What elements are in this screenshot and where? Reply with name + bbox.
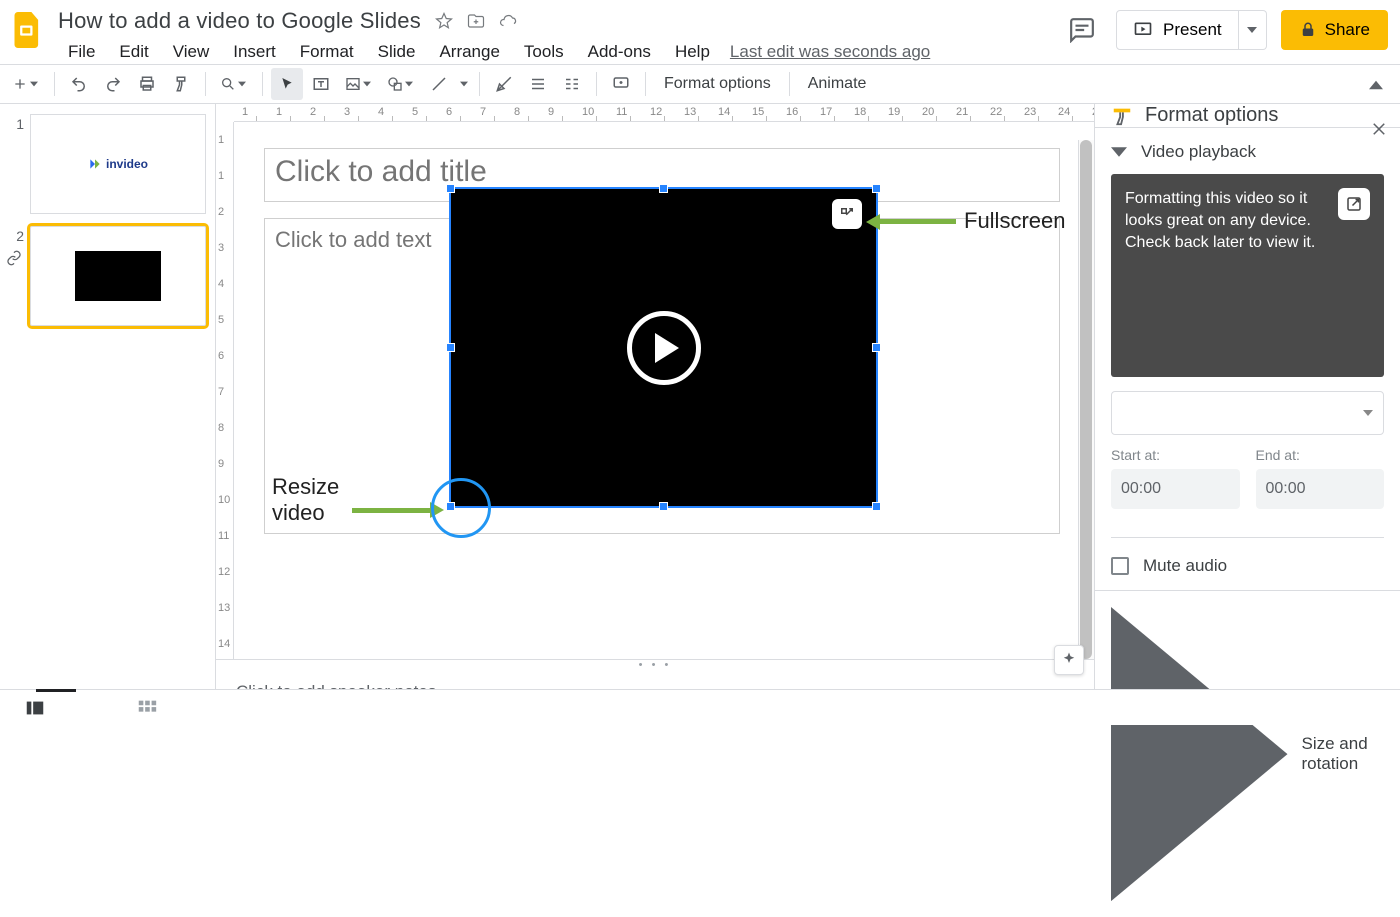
header: How to add a video to Google Slides File…: [0, 0, 1400, 64]
share-button[interactable]: Share: [1281, 10, 1388, 50]
filmstrip[interactable]: 1 invideo 2: [0, 104, 216, 725]
notes-drag-handle[interactable]: • • •: [216, 659, 1094, 669]
move-icon[interactable]: [467, 12, 485, 30]
attachment-icon: [6, 250, 22, 266]
format-options-panel: Format options Video playback Formatting…: [1094, 104, 1400, 725]
video-preview: Formatting this video so it looks great …: [1111, 174, 1384, 377]
comments-icon[interactable]: [1062, 10, 1102, 50]
animate-button[interactable]: Animate: [798, 68, 877, 100]
undo-button[interactable]: [63, 68, 95, 100]
thumb-number: 2: [4, 226, 24, 244]
image-tool[interactable]: [339, 68, 379, 100]
invideo-logo: invideo: [88, 157, 148, 171]
format-options-button[interactable]: Format options: [654, 68, 781, 100]
grid-view-button[interactable]: [136, 697, 158, 719]
open-video-icon[interactable]: [1338, 188, 1370, 220]
video-object[interactable]: [449, 187, 878, 508]
vertical-ruler[interactable]: 11234567891011121314: [216, 122, 234, 659]
select-tool[interactable]: [271, 68, 303, 100]
line-dropdown[interactable]: [457, 68, 471, 100]
start-at-input[interactable]: [1111, 469, 1240, 509]
shape-tool[interactable]: [381, 68, 421, 100]
annotation-fullscreen: Fullscreen: [866, 208, 1065, 234]
close-panel-button[interactable]: [1370, 120, 1388, 138]
chevron-down-icon: [1111, 144, 1127, 160]
align-button[interactable]: [522, 68, 554, 100]
paint-format-button[interactable]: [165, 68, 197, 100]
present-button[interactable]: Present: [1116, 10, 1239, 50]
share-label: Share: [1325, 20, 1370, 40]
vertical-scrollbar[interactable]: [1078, 140, 1094, 659]
end-at-input[interactable]: [1256, 469, 1385, 509]
thumb-slide-2[interactable]: [30, 226, 206, 326]
comment-tool[interactable]: [605, 68, 637, 100]
toolbar: Format options Animate: [0, 64, 1400, 104]
textbox-tool[interactable]: [305, 68, 337, 100]
size-rotation-section[interactable]: Size and rotation: [1095, 590, 1400, 917]
bottom-bar: [0, 689, 1400, 725]
end-label: End at:: [1256, 447, 1385, 463]
mute-audio-checkbox[interactable]: [1111, 557, 1129, 575]
collapse-toolbar-button[interactable]: [1360, 69, 1392, 101]
present-label: Present: [1163, 20, 1222, 40]
slide[interactable]: Click to add title Click to add text: [264, 148, 1060, 596]
fullscreen-button[interactable]: [832, 199, 862, 229]
print-button[interactable]: [131, 68, 163, 100]
play-icon[interactable]: [627, 311, 701, 385]
last-edit-link[interactable]: Last edit was seconds ago: [730, 42, 930, 62]
start-label: Start at:: [1111, 447, 1240, 463]
video-playback-section[interactable]: Video playback: [1111, 142, 1384, 162]
filmstrip-view-button[interactable]: [24, 697, 46, 719]
transition-button[interactable]: [488, 68, 520, 100]
panel-title: Format options: [1145, 104, 1278, 127]
thumb-number: 1: [4, 114, 24, 132]
horizontal-ruler[interactable]: 1123456789101112131415161718192021222324…: [234, 104, 1094, 122]
thumb-slide-1[interactable]: invideo: [30, 114, 206, 214]
canvas: 1123456789101112131415161718192021222324…: [216, 104, 1094, 725]
chevron-right-icon: [1111, 607, 1288, 901]
line-tool[interactable]: [423, 68, 455, 100]
redo-button[interactable]: [97, 68, 129, 100]
doc-title[interactable]: How to add a video to Google Slides: [58, 8, 421, 34]
slides-logo[interactable]: [8, 10, 48, 50]
present-dropdown[interactable]: [1239, 10, 1267, 50]
star-icon[interactable]: [435, 12, 453, 30]
annotation-resize: Resize video: [272, 474, 532, 526]
playback-dropdown[interactable]: [1111, 391, 1384, 435]
mute-audio-label: Mute audio: [1143, 556, 1227, 576]
explore-button[interactable]: [1054, 645, 1084, 675]
cloud-saved-icon[interactable]: [499, 12, 517, 30]
zoom-button[interactable]: [214, 68, 254, 100]
format-options-icon: [1111, 105, 1133, 127]
more-button[interactable]: [556, 68, 588, 100]
new-slide-button[interactable]: [6, 68, 46, 100]
